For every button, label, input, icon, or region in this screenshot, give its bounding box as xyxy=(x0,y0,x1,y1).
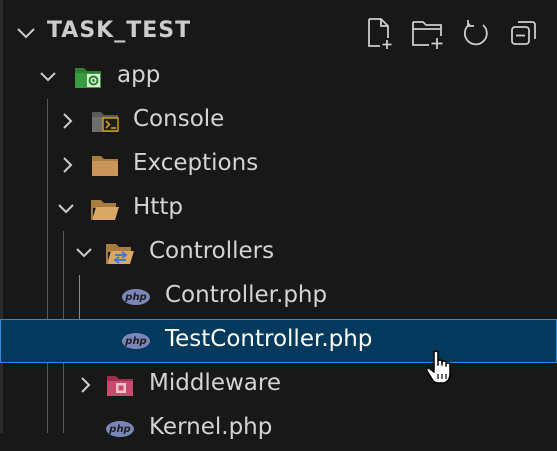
tree-item-kernel-php[interactable]: php Kernel.php xyxy=(0,407,557,451)
chevron-right-icon[interactable] xyxy=(58,155,78,175)
middleware-folder-icon xyxy=(107,376,133,396)
chevron-down-icon[interactable] xyxy=(15,22,37,44)
tree-item-console[interactable]: Console xyxy=(0,99,557,143)
workspace-title: TASK_TEST xyxy=(47,18,192,43)
new-file-icon[interactable] xyxy=(363,15,397,51)
tree-item-label: Http xyxy=(133,194,183,220)
tree-item-controllers[interactable]: Controllers xyxy=(0,231,557,275)
chevron-down-icon[interactable] xyxy=(56,199,76,219)
tree-item-exceptions[interactable]: Exceptions xyxy=(0,143,557,187)
chevron-down-icon[interactable] xyxy=(74,243,94,263)
tree-item-http[interactable]: Http xyxy=(0,187,557,231)
tree-item-label: TestController.php xyxy=(165,326,373,352)
tree-item-label: Exceptions xyxy=(133,150,259,176)
php-file-icon: php xyxy=(122,289,150,305)
chevron-right-icon[interactable] xyxy=(58,111,78,131)
collapse-all-icon[interactable] xyxy=(507,15,541,51)
explorer-panel: TASK_TEST app Console Exceptions Http Co… xyxy=(0,0,557,440)
php-file-icon: php xyxy=(106,421,134,437)
tree-item-label: Controller.php xyxy=(165,282,328,308)
folder-open-icon xyxy=(91,200,119,220)
tree-item-testcontroller-php[interactable]: php TestController.php xyxy=(0,319,557,363)
new-folder-icon[interactable] xyxy=(411,15,445,51)
tree-item-label: Controllers xyxy=(149,238,275,264)
explorer-header[interactable]: TASK_TEST xyxy=(0,11,557,55)
chevron-right-icon[interactable] xyxy=(76,375,96,395)
folder-icon xyxy=(92,156,118,176)
app-folder-icon xyxy=(75,68,101,88)
tree-item-app[interactable]: app xyxy=(0,55,557,99)
chevron-down-icon[interactable] xyxy=(38,67,58,87)
tree-item-label: Middleware xyxy=(149,370,281,396)
php-file-icon: php xyxy=(122,333,150,349)
tree-item-middleware[interactable]: Middleware xyxy=(0,363,557,407)
tree-item-label: Console xyxy=(133,106,225,132)
header-actions xyxy=(363,15,541,51)
controllers-folder-icon xyxy=(106,244,134,264)
console-folder-icon xyxy=(92,112,119,132)
tree-item-label: Kernel.php xyxy=(149,414,273,440)
tree-item-label: app xyxy=(117,62,161,88)
hand-pointer-cursor-icon xyxy=(426,350,451,384)
tree-item-controller-php[interactable]: php Controller.php xyxy=(0,275,557,319)
refresh-icon[interactable] xyxy=(459,15,493,51)
